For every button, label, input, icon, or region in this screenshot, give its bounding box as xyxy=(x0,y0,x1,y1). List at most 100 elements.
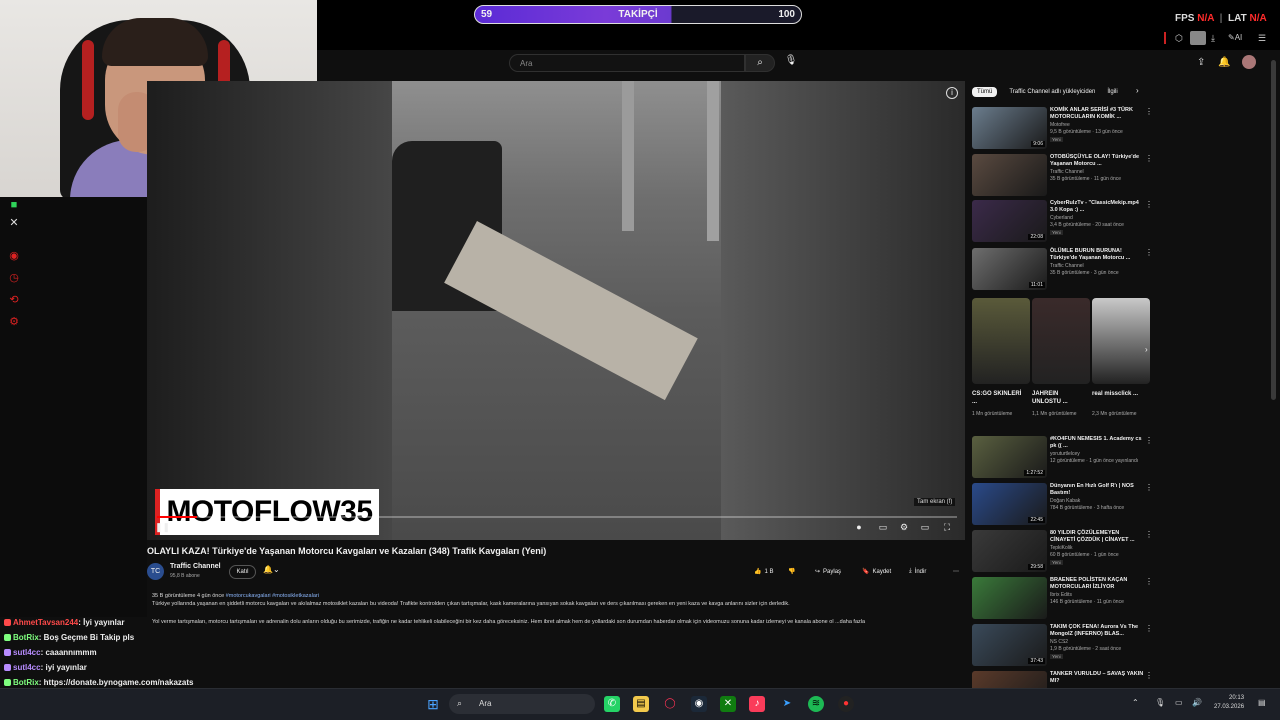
video-thumbnail[interactable] xyxy=(972,154,1047,196)
channel-name[interactable]: Traffic Channel xyxy=(1050,263,1084,269)
recommendation-item[interactable]: 22:45 Dünyanın En Hızlı Golf R'ı | NOS Ba… xyxy=(972,483,1162,527)
network-icon[interactable]: ▭ xyxy=(1175,698,1183,707)
recommendation-item[interactable]: 29:58 80 YILDIR ÇÖZÜLEMEYEN CİNAYETİ ÇÖZD… xyxy=(972,530,1162,574)
video-title[interactable]: BRAENEE POLİSTEN KAÇAN MOTORCULARI İZLİY… xyxy=(1050,577,1145,591)
short-title[interactable]: JAHREIN UNLOSTU ... xyxy=(1032,390,1082,406)
search-button[interactable]: ⌕ xyxy=(745,54,775,72)
more-icon[interactable]: ⋮ xyxy=(1145,107,1153,116)
settings-gear-icon[interactable]: ⚙ xyxy=(897,522,911,534)
info-icon[interactable]: i xyxy=(946,87,958,99)
page-scrollbar[interactable] xyxy=(1271,60,1276,400)
file-explorer-icon[interactable]: ▤ xyxy=(633,696,649,712)
channel-name[interactable]: TepkiKolik xyxy=(1050,545,1073,551)
channel-name[interactable]: NS CS2 xyxy=(1050,639,1068,645)
more-icon[interactable]: ⋮ xyxy=(1145,624,1153,633)
video-player[interactable] xyxy=(147,81,965,540)
share-button[interactable]: ↪ Paylaş xyxy=(815,565,841,578)
more-icon[interactable]: ⋮ xyxy=(1145,200,1153,209)
autoplay-toggle[interactable]: ● xyxy=(853,522,865,534)
video-thumbnail[interactable]: 37:43 xyxy=(972,624,1047,666)
notification-icon[interactable]: 🔔 xyxy=(1218,57,1230,68)
video-thumbnail[interactable]: 29:58 xyxy=(972,530,1047,572)
channel-name[interactable]: Cyberland xyxy=(1050,215,1073,221)
spotify-icon[interactable]: ≋ xyxy=(808,696,824,712)
video-title[interactable]: TAKIM ÇOK FENA! Aurora Vs The MongolZ (I… xyxy=(1050,624,1145,638)
music-icon[interactable]: ♪ xyxy=(749,696,765,712)
chip-all[interactable]: Tümü xyxy=(972,87,998,97)
video-thumbnail[interactable]: 9:06 xyxy=(972,107,1047,149)
recommendation-item[interactable]: 11:01 ÖLÜMLE BURUN BURUNA! Türkiye'de Yaş… xyxy=(972,248,1162,292)
pause-icon[interactable]: ❚❚ xyxy=(155,522,170,534)
mic-icon[interactable]: 🎙 xyxy=(783,55,799,71)
like-button[interactable]: 👍 1 B xyxy=(754,565,774,578)
theater-icon[interactable]: ▭ xyxy=(918,522,932,534)
hashtags[interactable]: #motorcukavgalari #motosikletkazalari xyxy=(226,593,319,599)
channel-name[interactable]: Doğan Kabak xyxy=(1050,498,1080,504)
save-button[interactable]: 🔖 Kaydet xyxy=(862,565,891,578)
video-title[interactable]: #KO4FUN NEMESIS 1. Academy cs pk (( ... xyxy=(1050,436,1145,450)
download-button[interactable]: ⤓ İndir xyxy=(909,565,926,578)
video-thumbnail[interactable]: 22:08 xyxy=(972,200,1047,242)
video-thumbnail[interactable]: 22:45 xyxy=(972,483,1047,525)
extension-icon[interactable]: ⬡ xyxy=(1175,33,1183,44)
video-title[interactable]: OTOBÜSÇÜYLE OLAY! Türkiye'de Yaşanan Mot… xyxy=(1050,154,1145,168)
taskbar-search[interactable]: Ara xyxy=(449,694,595,714)
more-icon[interactable]: ⋮ xyxy=(1145,436,1153,445)
video-title[interactable]: TANKER VURULDU – SAVAŞ YAKIN MI? xyxy=(1050,671,1145,685)
channel-avatar[interactable]: TC xyxy=(147,563,164,580)
share-icon[interactable]: ⟲ xyxy=(7,293,21,307)
video-thumbnail[interactable]: 1:27:52 xyxy=(972,436,1047,478)
download-icon[interactable]: ⤓ xyxy=(1211,33,1215,44)
tray-chevron-icon[interactable]: ⌃ xyxy=(1132,698,1139,707)
chevron-right-icon[interactable]: › xyxy=(1136,86,1139,95)
app-icon[interactable]: ➤ xyxy=(779,696,795,712)
recommendation-item[interactable]: 1:27:52 #KO4FUN NEMESIS 1. Academy cs pk … xyxy=(972,436,1162,480)
channel-name[interactable]: Traffic Channel xyxy=(170,563,221,570)
subtitles-icon[interactable]: ▭ xyxy=(876,522,890,534)
fullscreen-icon[interactable]: ⛶ xyxy=(940,522,954,534)
recording-app-icon[interactable]: ● xyxy=(838,696,854,712)
recommendation-item[interactable]: 9:06 KOMİK ANLAR SERİSİ #3 TÜRK MOTORCULA… xyxy=(972,107,1162,151)
recommendation-item[interactable]: OTOBÜSÇÜYLE OLAY! Türkiye'de Yaşanan Mot… xyxy=(972,154,1162,198)
kick-icon[interactable]: ■ xyxy=(7,198,21,212)
more-icon[interactable]: ⋮ xyxy=(1145,154,1153,163)
dislike-button[interactable]: 👎 xyxy=(788,565,795,578)
profile-thumb-icon[interactable] xyxy=(1190,31,1206,45)
chip-related[interactable]: İlgili xyxy=(1107,89,1117,95)
ai-icon[interactable]: ✎AI xyxy=(1228,33,1242,42)
menu-icon[interactable]: ☰ xyxy=(1258,33,1266,44)
chat-username[interactable]: sutl4cc xyxy=(13,663,41,672)
video-thumbnail[interactable]: 11:01 xyxy=(972,248,1047,290)
more-icon[interactable]: ⋮ xyxy=(1145,577,1153,586)
more-actions-button[interactable]: ⋯ xyxy=(953,565,959,578)
channel-name[interactable]: Motofree xyxy=(1050,122,1070,128)
notification-center-icon[interactable]: ▤ xyxy=(1258,698,1266,707)
x-icon[interactable]: ✕ xyxy=(7,216,21,230)
short-thumbnail[interactable] xyxy=(972,298,1030,384)
channel-name[interactable]: Traffic Channel xyxy=(1050,169,1084,175)
tray-mic-icon[interactable]: 🎙 xyxy=(1155,698,1165,707)
xbox-icon[interactable]: ✕ xyxy=(720,696,736,712)
taskbar-clock[interactable]: 20:13 27.03.2026 xyxy=(1214,694,1244,712)
more-icon[interactable]: ⋮ xyxy=(1145,671,1153,680)
chip-uploader[interactable]: Traffic Channel adlı yükleyiciden xyxy=(1009,89,1095,95)
video-thumbnail[interactable] xyxy=(972,577,1047,619)
more-link[interactable]: ...daha fazla xyxy=(835,619,865,625)
short-title[interactable]: real missclick ... xyxy=(1092,390,1142,398)
record-icon[interactable]: ◉ xyxy=(7,249,21,263)
settings-icon[interactable]: ⚙ xyxy=(7,315,21,329)
short-thumbnail[interactable] xyxy=(1092,298,1150,384)
whatsapp-icon[interactable]: ✆ xyxy=(604,696,620,712)
video-title[interactable]: KOMİK ANLAR SERİSİ #3 TÜRK MOTORCULARIN … xyxy=(1050,107,1145,121)
more-icon[interactable]: ⋮ xyxy=(1145,248,1153,257)
recommendation-item[interactable]: 22:08 CyberRulzTv - "ClassicMekip.mp4 3.0… xyxy=(972,200,1162,244)
short-thumbnail[interactable] xyxy=(1032,298,1090,384)
channel-name[interactable]: Ibrix Edits xyxy=(1050,592,1072,598)
upload-icon[interactable]: ⇪ xyxy=(1197,57,1205,68)
opera-icon[interactable]: ◯ xyxy=(662,696,678,712)
video-title[interactable]: ÖLÜMLE BURUN BURUNA! Türkiye'de Yaşanan … xyxy=(1050,248,1145,262)
video-title[interactable]: Dünyanın En Hızlı Golf R'ı | NOS Bastım! xyxy=(1050,483,1145,497)
avatar[interactable] xyxy=(1242,55,1256,69)
bell-icon[interactable]: 🔔⌄ xyxy=(263,565,280,574)
volume-icon[interactable]: 🔊 xyxy=(1192,698,1202,707)
